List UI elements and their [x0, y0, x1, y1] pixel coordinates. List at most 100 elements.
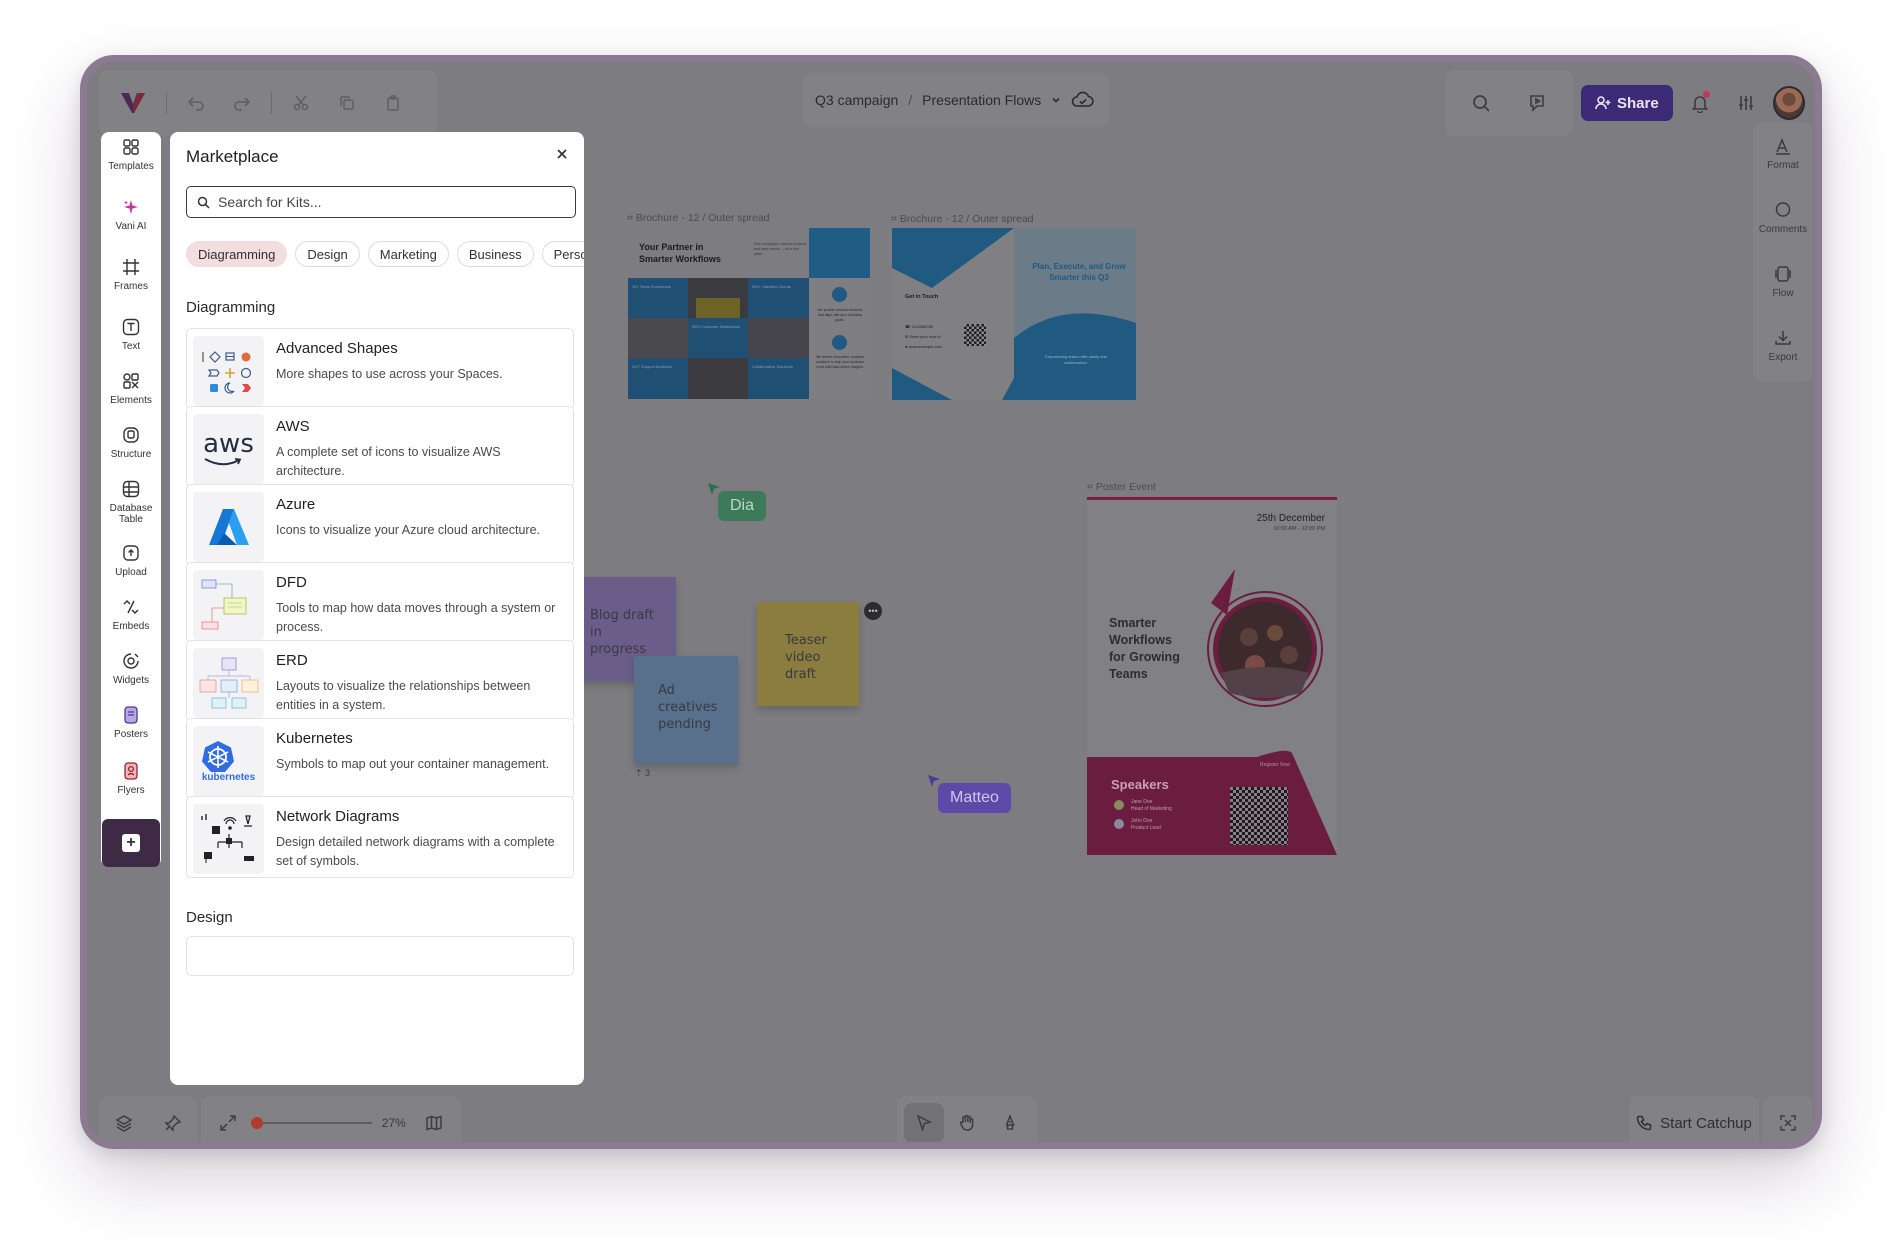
kit-card-kubernetes[interactable]: kubernetes Kubernetes Symbols to map out…	[186, 718, 574, 800]
rail-item-flyers[interactable]: Flyers	[101, 762, 161, 796]
rail-item-vani-ai[interactable]: Vani AI	[101, 198, 161, 232]
export-icon	[1775, 331, 1791, 345]
cloud-sync-icon[interactable]	[1071, 91, 1095, 109]
chip-design[interactable]: Design	[295, 241, 360, 267]
fit-screen-icon[interactable]	[211, 1103, 245, 1142]
collaborator-cursor-dia: Dia	[718, 491, 767, 521]
start-catchup-button[interactable]: Start Catchup	[1629, 1096, 1759, 1142]
brochure-stat: 500+ Satisfied Clients	[752, 284, 791, 289]
minimap-icon[interactable]	[417, 1103, 451, 1142]
chip-marketing[interactable]: Marketing	[367, 241, 449, 267]
brochure-outer-spread-2[interactable]: Plan, Execute, and Grow Smarter this Q3 …	[892, 228, 1136, 400]
kit-search-input[interactable]	[218, 194, 538, 210]
rail-item-templates[interactable]: Templates	[101, 138, 161, 172]
brochure-email: ✉ Enter your mail id	[905, 334, 941, 339]
rail-format[interactable]: Format	[1753, 122, 1813, 186]
kit-card-erd[interactable]: ERD Layouts to visualize the relationshi…	[186, 640, 574, 722]
chip-business[interactable]: Business	[456, 241, 534, 267]
breadcrumb-project[interactable]: Q3 campaign	[815, 92, 898, 108]
grid-icon	[123, 139, 139, 155]
select-pointer-icon[interactable]	[904, 1103, 945, 1142]
brochure-stat: Collaborative Solutions	[752, 364, 793, 369]
brochure-stat: 98% Customer Satisfaction	[692, 324, 741, 329]
share-button[interactable]: Share	[1581, 85, 1673, 121]
frame-label[interactable]: ⌗ Poster Event	[1087, 481, 1156, 494]
poster-register: Register Now	[1259, 762, 1290, 768]
chip-diagramming[interactable]: Diagramming	[186, 241, 288, 267]
zoom-slider-handle[interactable]	[250, 1117, 263, 1129]
sticky-note[interactable]: Teaser video draft	[757, 602, 859, 706]
kit-description: Tools to map how data moves through a sy…	[276, 601, 556, 634]
kit-name: Kubernetes	[276, 730, 353, 747]
kit-card-azure[interactable]: Azure Icons to visualize your Azure clou…	[186, 484, 574, 566]
rail-item-embeds[interactable]: Embeds	[101, 598, 161, 632]
redo-icon[interactable]	[222, 83, 262, 123]
app-logo[interactable]	[109, 79, 157, 127]
poster-icon	[124, 706, 138, 724]
plus-icon: +	[122, 834, 140, 852]
flow-icon	[1775, 266, 1791, 282]
notification-bell-icon[interactable]	[1681, 83, 1719, 123]
kit-name: Advanced Shapes	[276, 340, 398, 357]
rail-flow[interactable]: Flow	[1753, 250, 1813, 314]
share-label: Share	[1617, 94, 1659, 112]
kit-card-network-diagrams[interactable]: Network Diagrams Design detailed network…	[186, 796, 574, 878]
top-tools	[1445, 70, 1573, 136]
chip-personal[interactable]: Personal	[541, 241, 584, 267]
bottom-left-tools	[99, 1096, 197, 1142]
rail-item-elements[interactable]: Elements	[101, 372, 161, 406]
rail-item-database-table[interactable]: Database Table	[101, 480, 161, 525]
copy-icon[interactable]	[327, 83, 367, 123]
hand-pan-icon[interactable]	[947, 1103, 987, 1142]
rail-item-upload[interactable]: Upload	[101, 544, 161, 578]
zoom-slider[interactable]	[250, 1117, 372, 1129]
rail-comments[interactable]: Comments	[1753, 186, 1813, 250]
rail-label: Vani AI	[115, 221, 147, 232]
embed-icon	[123, 600, 139, 614]
kit-card-partial[interactable]	[186, 936, 574, 976]
top-left-toolbar	[99, 70, 437, 136]
paste-icon[interactable]	[373, 83, 413, 123]
frame-label[interactable]: ⌗ Brochure - 12 / Outer spread	[891, 213, 1034, 226]
kit-card-advanced-shapes[interactable]: Advanced Shapes More shapes to use acros…	[186, 328, 574, 410]
search-icon[interactable]	[1461, 83, 1501, 123]
rail-export[interactable]: Export	[1753, 314, 1813, 378]
rail-item-widgets[interactable]: Widgets	[101, 652, 161, 686]
kit-card-dfd[interactable]: DFD Tools to map how data moves through …	[186, 562, 574, 644]
rail-label: Templates	[108, 161, 154, 172]
sticky-note[interactable]: Ad creatives pending	[634, 656, 738, 764]
rail-item-structure[interactable]: Structure	[101, 426, 161, 460]
rail-label: Frames	[114, 281, 148, 292]
kit-description: Symbols to map out your container manage…	[276, 757, 550, 771]
kit-name: AWS	[276, 418, 310, 435]
pen-tool-icon[interactable]	[990, 1103, 1030, 1142]
add-tool-button[interactable]: +	[102, 819, 160, 867]
sparkle-icon	[124, 200, 138, 214]
toolbar-divider	[166, 92, 167, 114]
cut-icon[interactable]	[281, 83, 321, 123]
layers-icon[interactable]	[104, 1103, 144, 1142]
close-icon[interactable]	[552, 144, 572, 164]
settings-sliders-icon[interactable]	[1727, 83, 1765, 123]
comment-bubble-icon[interactable]: •••	[864, 602, 882, 620]
rail-label: Flyers	[117, 785, 145, 796]
present-icon[interactable]	[1517, 83, 1557, 123]
frame-label[interactable]: ⌗ Brochure - 12 / Outer spread	[627, 212, 770, 225]
breadcrumb-space[interactable]: Presentation Flows	[922, 92, 1041, 108]
aws-logo-icon: aws	[193, 414, 264, 484]
sticky-vote-badge[interactable]: ⇡ 3	[635, 768, 650, 779]
rail-item-posters[interactable]: Posters	[101, 706, 161, 740]
rail-item-frames[interactable]: Frames	[101, 258, 161, 292]
phone-icon	[1636, 1115, 1652, 1131]
pin-icon[interactable]	[153, 1103, 193, 1142]
chevron-down-icon[interactable]	[1051, 95, 1061, 105]
kit-card-aws[interactable]: aws AWS A complete set of icons to visua…	[186, 406, 574, 488]
undo-icon[interactable]	[176, 83, 216, 123]
brochure-outer-spread-1[interactable]: Your Partner in Smarter Workflows Plan c…	[628, 228, 870, 399]
fit-to-content-icon[interactable]	[1768, 1103, 1808, 1142]
kit-search-field[interactable]	[186, 186, 576, 218]
user-avatar[interactable]	[1772, 86, 1805, 120]
poster-event[interactable]: 25th December 10:00 AM - 12:00 PM Smarte…	[1087, 497, 1337, 855]
rail-item-text[interactable]: Text	[101, 318, 161, 352]
kubernetes-logo-icon: kubernetes	[193, 726, 264, 796]
